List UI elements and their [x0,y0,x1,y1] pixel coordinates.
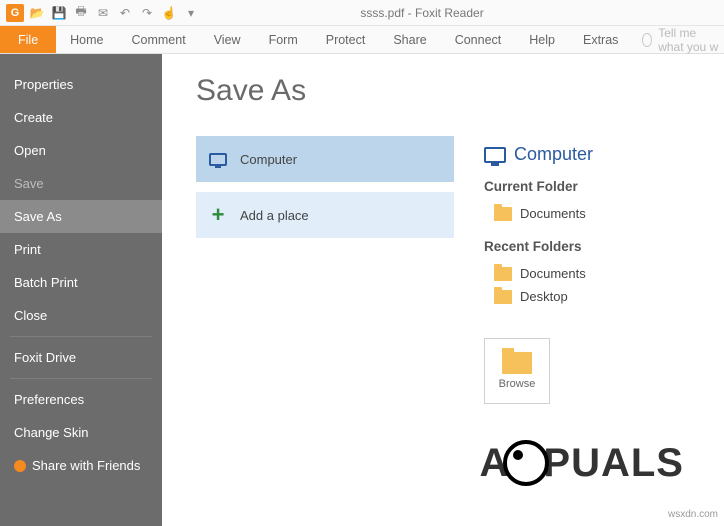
sidebar-item-label: Close [14,308,47,323]
place-label: Add a place [240,208,309,223]
sidebar-item-properties[interactable]: Properties [0,68,162,101]
save-icon[interactable]: 💾 [50,4,68,22]
sidebar-item-label: Preferences [14,392,84,407]
sidebar-item-label: Save [14,176,44,191]
tell-me-placeholder: Tell me what you w [658,26,724,54]
sidebar-item-save: Save [0,167,162,200]
sidebar-separator [10,336,152,337]
folder-item-documents[interactable]: Documents [484,202,694,225]
recent-folders-heading: Recent Folders [484,239,694,254]
folder-item-desktop[interactable]: Desktop [484,285,694,308]
print-icon[interactable]: 🖶 [72,4,90,22]
sidebar-item-print[interactable]: Print [0,233,162,266]
place-label: Computer [240,152,297,167]
place-add[interactable]: + Add a place [196,192,454,238]
sidebar-item-share-friends[interactable]: Share with Friends [0,449,162,482]
quick-access-toolbar: G 📂 💾 🖶 ✉ ↶ ↷ ☝ ▾ [0,4,200,22]
file-sidebar: Properties Create Open Save Save As Prin… [0,54,162,526]
current-folder-heading: Current Folder [484,179,694,194]
sidebar-item-save-as[interactable]: Save As [0,200,162,233]
browse-button[interactable]: Browse [484,338,550,404]
folder-icon [494,290,512,304]
folder-icon [494,207,512,221]
undo-icon[interactable]: ↶ [116,4,134,22]
sidebar-item-batch-print[interactable]: Batch Print [0,266,162,299]
touch-icon[interactable]: ☝ [160,4,178,22]
tab-file[interactable]: File [0,26,56,53]
folder-open-icon [502,352,532,374]
tell-me-search[interactable]: Tell me what you w [632,26,724,53]
sidebar-item-label: Print [14,242,41,257]
sidebar-item-close[interactable]: Close [0,299,162,332]
sidebar-item-label: Save As [14,209,62,224]
tab-form[interactable]: Form [255,26,312,53]
monitor-icon [484,147,506,163]
folder-icon [494,267,512,281]
folder-label: Desktop [520,289,568,304]
location-column: Computer Current Folder Documents Recent… [454,74,694,526]
window-title: ssss.pdf - Foxit Reader [200,6,724,20]
page-title: Save As [196,74,454,108]
sidebar-item-label: Open [14,143,46,158]
share-friends-icon [14,460,26,472]
backstage-body: Properties Create Open Save Save As Prin… [0,54,724,526]
tab-connect[interactable]: Connect [441,26,516,53]
folder-label: Documents [520,206,586,221]
sidebar-item-preferences[interactable]: Preferences [0,383,162,416]
sidebar-item-change-skin[interactable]: Change Skin [0,416,162,449]
places-column: Save As Computer + Add a place [196,74,454,526]
lightbulb-icon [642,33,652,47]
tab-home[interactable]: Home [56,26,117,53]
tab-share[interactable]: Share [379,26,440,53]
sidebar-item-label: Batch Print [14,275,78,290]
qat-dropdown-icon[interactable]: ▾ [182,4,200,22]
location-title: Computer [484,144,694,165]
app-icon[interactable]: G [6,4,24,22]
ribbon-tabs: File Home Comment View Form Protect Shar… [0,26,724,54]
sidebar-item-open[interactable]: Open [0,134,162,167]
title-bar: G 📂 💾 🖶 ✉ ↶ ↷ ☝ ▾ ssss.pdf - Foxit Reade… [0,0,724,26]
sidebar-item-label: Change Skin [14,425,88,440]
tab-extras[interactable]: Extras [569,26,632,53]
sidebar-separator [10,378,152,379]
tab-protect[interactable]: Protect [312,26,380,53]
sidebar-item-label: Foxit Drive [14,350,76,365]
tab-help[interactable]: Help [515,26,569,53]
sidebar-item-create[interactable]: Create [0,101,162,134]
sidebar-item-label: Share with Friends [32,458,140,473]
tab-view[interactable]: View [200,26,255,53]
attribution-text: wsxdn.com [668,509,718,520]
monitor-icon [206,149,230,169]
save-as-panel: Save As Computer + Add a place Computer … [162,54,724,526]
plus-icon: + [206,205,230,225]
folder-item-documents-recent[interactable]: Documents [484,262,694,285]
location-title-text: Computer [514,144,593,165]
folder-label: Documents [520,266,586,281]
browse-label: Browse [499,378,536,390]
place-computer[interactable]: Computer [196,136,454,182]
redo-icon[interactable]: ↷ [138,4,156,22]
open-icon[interactable]: 📂 [28,4,46,22]
sidebar-item-foxit-drive[interactable]: Foxit Drive [0,341,162,374]
sidebar-item-label: Create [14,110,53,125]
mail-icon[interactable]: ✉ [94,4,112,22]
tab-comment[interactable]: Comment [118,26,200,53]
sidebar-item-label: Properties [14,77,73,92]
